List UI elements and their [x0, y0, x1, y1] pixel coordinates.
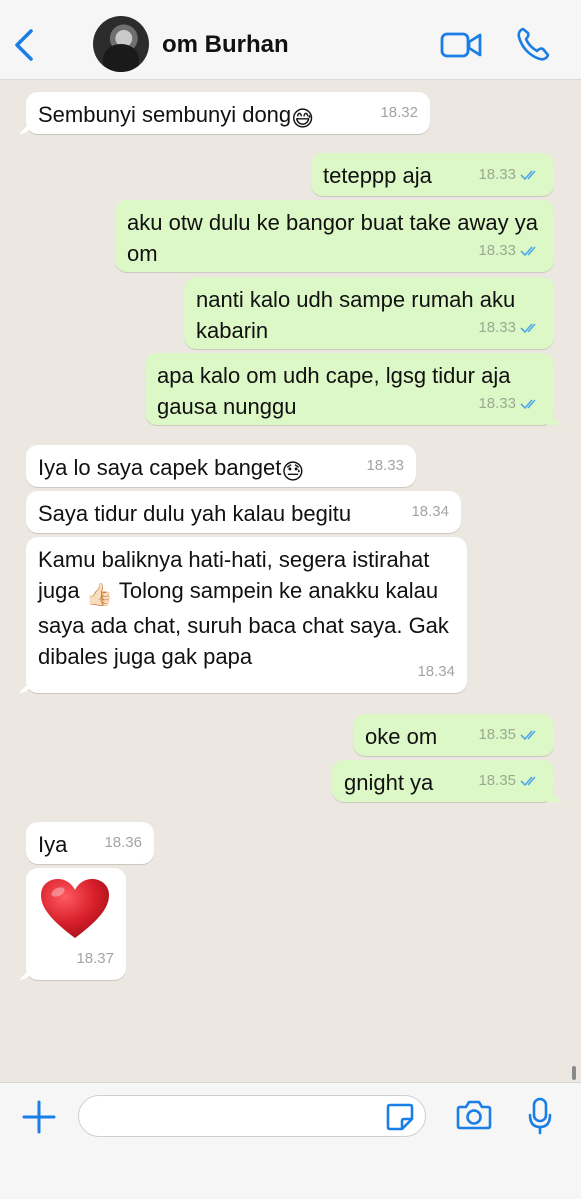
message-time: 18.36: [104, 834, 142, 851]
message-incoming[interactable]: Saya tidur dulu yah kalau begitu 18.34: [26, 491, 461, 533]
message-time: 18.34: [411, 503, 449, 520]
sweat-smile-emoji: 😅: [291, 106, 315, 131]
read-ticks-icon: [520, 730, 536, 741]
message-outgoing[interactable]: apa kalo om udh cape, lgsg tidur aja gau…: [145, 353, 554, 425]
sad-sweat-emoji: 😓: [281, 459, 305, 484]
message-time: 18.35: [478, 772, 516, 789]
message-text: aku otw dulu ke bangor buat take away ya…: [127, 210, 538, 266]
message-time: 18.34: [417, 663, 455, 680]
message-input[interactable]: [78, 1095, 426, 1137]
camera-icon[interactable]: [456, 1099, 492, 1131]
message-text: Saya tidur dulu yah kalau begitu: [38, 501, 352, 526]
read-ticks-icon: [520, 170, 536, 181]
message-incoming[interactable]: Iya lo saya capek banget😓 18.33: [26, 445, 416, 487]
message-text: apa kalo om udh cape, lgsg tidur aja gau…: [157, 363, 511, 419]
message-text: Iya: [38, 832, 68, 857]
message-text: teteppp aja: [323, 163, 432, 188]
message-text: nanti kalo udh sampe rumah aku kabarin: [196, 287, 516, 343]
message-outgoing[interactable]: gnight ya 18.35: [332, 760, 554, 802]
back-chevron-icon[interactable]: [12, 28, 36, 62]
thumbs-up-emoji: 👍🏻: [85, 582, 114, 607]
message-incoming[interactable]: Sembunyi sembunyi dong😅 18.32: [26, 92, 430, 134]
plus-icon[interactable]: [22, 1100, 56, 1134]
read-ticks-icon: [520, 399, 536, 410]
chat-header: om Burhan: [0, 0, 581, 80]
message-time: 18.33: [366, 457, 404, 474]
contact-name[interactable]: om Burhan: [162, 31, 289, 59]
red-heart-emoji: [41, 879, 109, 938]
message-list[interactable]: Sembunyi sembunyi dong😅 18.32 teteppp aj…: [0, 80, 581, 1082]
message-outgoing[interactable]: nanti kalo udh sampe rumah aku kabarin 1…: [184, 277, 554, 349]
message-time: 18.32: [380, 104, 418, 121]
message-incoming[interactable]: Kamu baliknya hati-hati, segera istiraha…: [26, 537, 467, 693]
microphone-icon[interactable]: [528, 1097, 552, 1135]
message-time: 18.33: [478, 395, 516, 412]
message-time: 18.33: [478, 166, 516, 183]
scroll-indicator[interactable]: [572, 1066, 576, 1080]
message-outgoing[interactable]: aku otw dulu ke bangor buat take away ya…: [115, 200, 554, 272]
message-time: 18.37: [76, 950, 114, 967]
message-text: Sembunyi sembunyi dong: [38, 102, 292, 127]
message-incoming[interactable]: 18.37: [26, 868, 126, 980]
read-ticks-icon: [520, 246, 536, 257]
sticker-icon[interactable]: [386, 1103, 414, 1131]
contact-avatar[interactable]: [93, 16, 149, 72]
message-text: Iya lo saya capek banget: [38, 455, 282, 480]
video-call-icon[interactable]: [440, 30, 482, 60]
message-incoming[interactable]: Iya 18.36: [26, 822, 154, 864]
message-text: gnight ya: [344, 770, 434, 795]
read-ticks-icon: [520, 776, 536, 787]
message-outgoing[interactable]: oke om 18.35: [353, 714, 554, 756]
message-outgoing[interactable]: teteppp aja 18.33: [311, 153, 554, 196]
message-time: 18.35: [478, 726, 516, 743]
voice-call-icon[interactable]: [516, 26, 550, 62]
message-time: 18.33: [478, 319, 516, 336]
composer-bar: [0, 1082, 581, 1199]
message-text: oke om: [365, 724, 438, 749]
read-ticks-icon: [520, 323, 536, 334]
message-time: 18.33: [478, 242, 516, 259]
